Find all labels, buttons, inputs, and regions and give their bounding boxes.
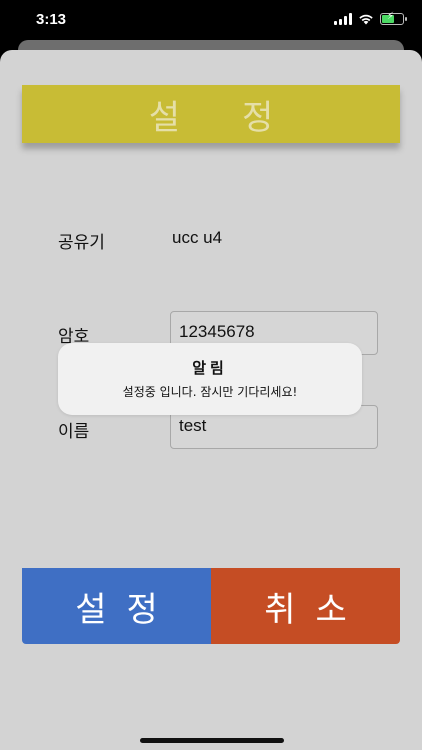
page-header: 설정 [22, 85, 400, 143]
cancel-button[interactable]: 취소 [211, 568, 400, 644]
status-time: 3:13 [36, 11, 67, 28]
page-title: 설정 [148, 97, 336, 138]
alert-title: 알림 [192, 359, 228, 377]
status-icons: ⚡ [334, 11, 407, 25]
name-label: 이름 [58, 422, 90, 442]
charging-bolt-icon: ⚡ [387, 11, 395, 22]
router-label: 공유기 [58, 233, 105, 253]
router-value: ucc u4 [172, 228, 223, 247]
alert-dialog: 알림 설정중 입니다. 잠시만 기다리세요! [58, 343, 362, 415]
battery-icon: ⚡ [380, 11, 407, 25]
home-indicator[interactable] [140, 738, 284, 743]
alert-message: 설정중 입니다. 잠시만 기다리세요! [122, 385, 298, 399]
set-button-label: 설정 [75, 589, 178, 630]
cellular-signal-icon [334, 13, 352, 25]
action-buttons: 설정 취소 [22, 568, 400, 644]
cancel-button-label: 취소 [264, 589, 367, 630]
set-button[interactable]: 설정 [22, 568, 211, 644]
wifi-icon [359, 14, 373, 25]
status-bar: 3:13 ⚡ [0, 0, 422, 42]
settings-sheet: 설정 공유기 ucc u4 암호 12345678 이름 test 설정 취소 … [0, 50, 422, 750]
